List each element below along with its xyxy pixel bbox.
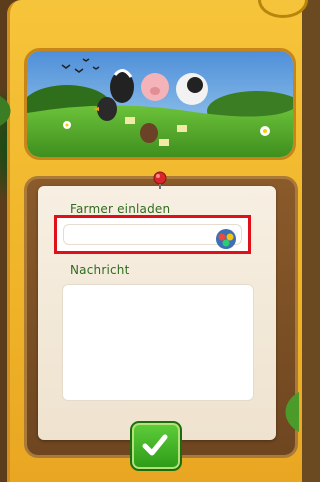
friend-picker-icon[interactable] [215,228,237,250]
message-label: Nachricht [70,263,130,277]
checkmark-icon [142,434,168,456]
invite-farmer-input[interactable] [68,229,222,249]
pushpin-icon [153,171,167,189]
farm-banner-illustration [24,48,296,160]
invite-farmer-label: Farmer einladen [70,202,171,216]
invite-farmer-field-highlight [54,215,251,254]
confirm-button[interactable] [130,421,182,471]
message-field[interactable] [62,284,254,401]
invite-farmer-field[interactable] [63,224,242,249]
corner-ornament [258,0,308,18]
message-textarea[interactable] [63,285,253,400]
leaf-decoration-icon [285,392,299,432]
leaf-decoration-icon [0,96,11,126]
